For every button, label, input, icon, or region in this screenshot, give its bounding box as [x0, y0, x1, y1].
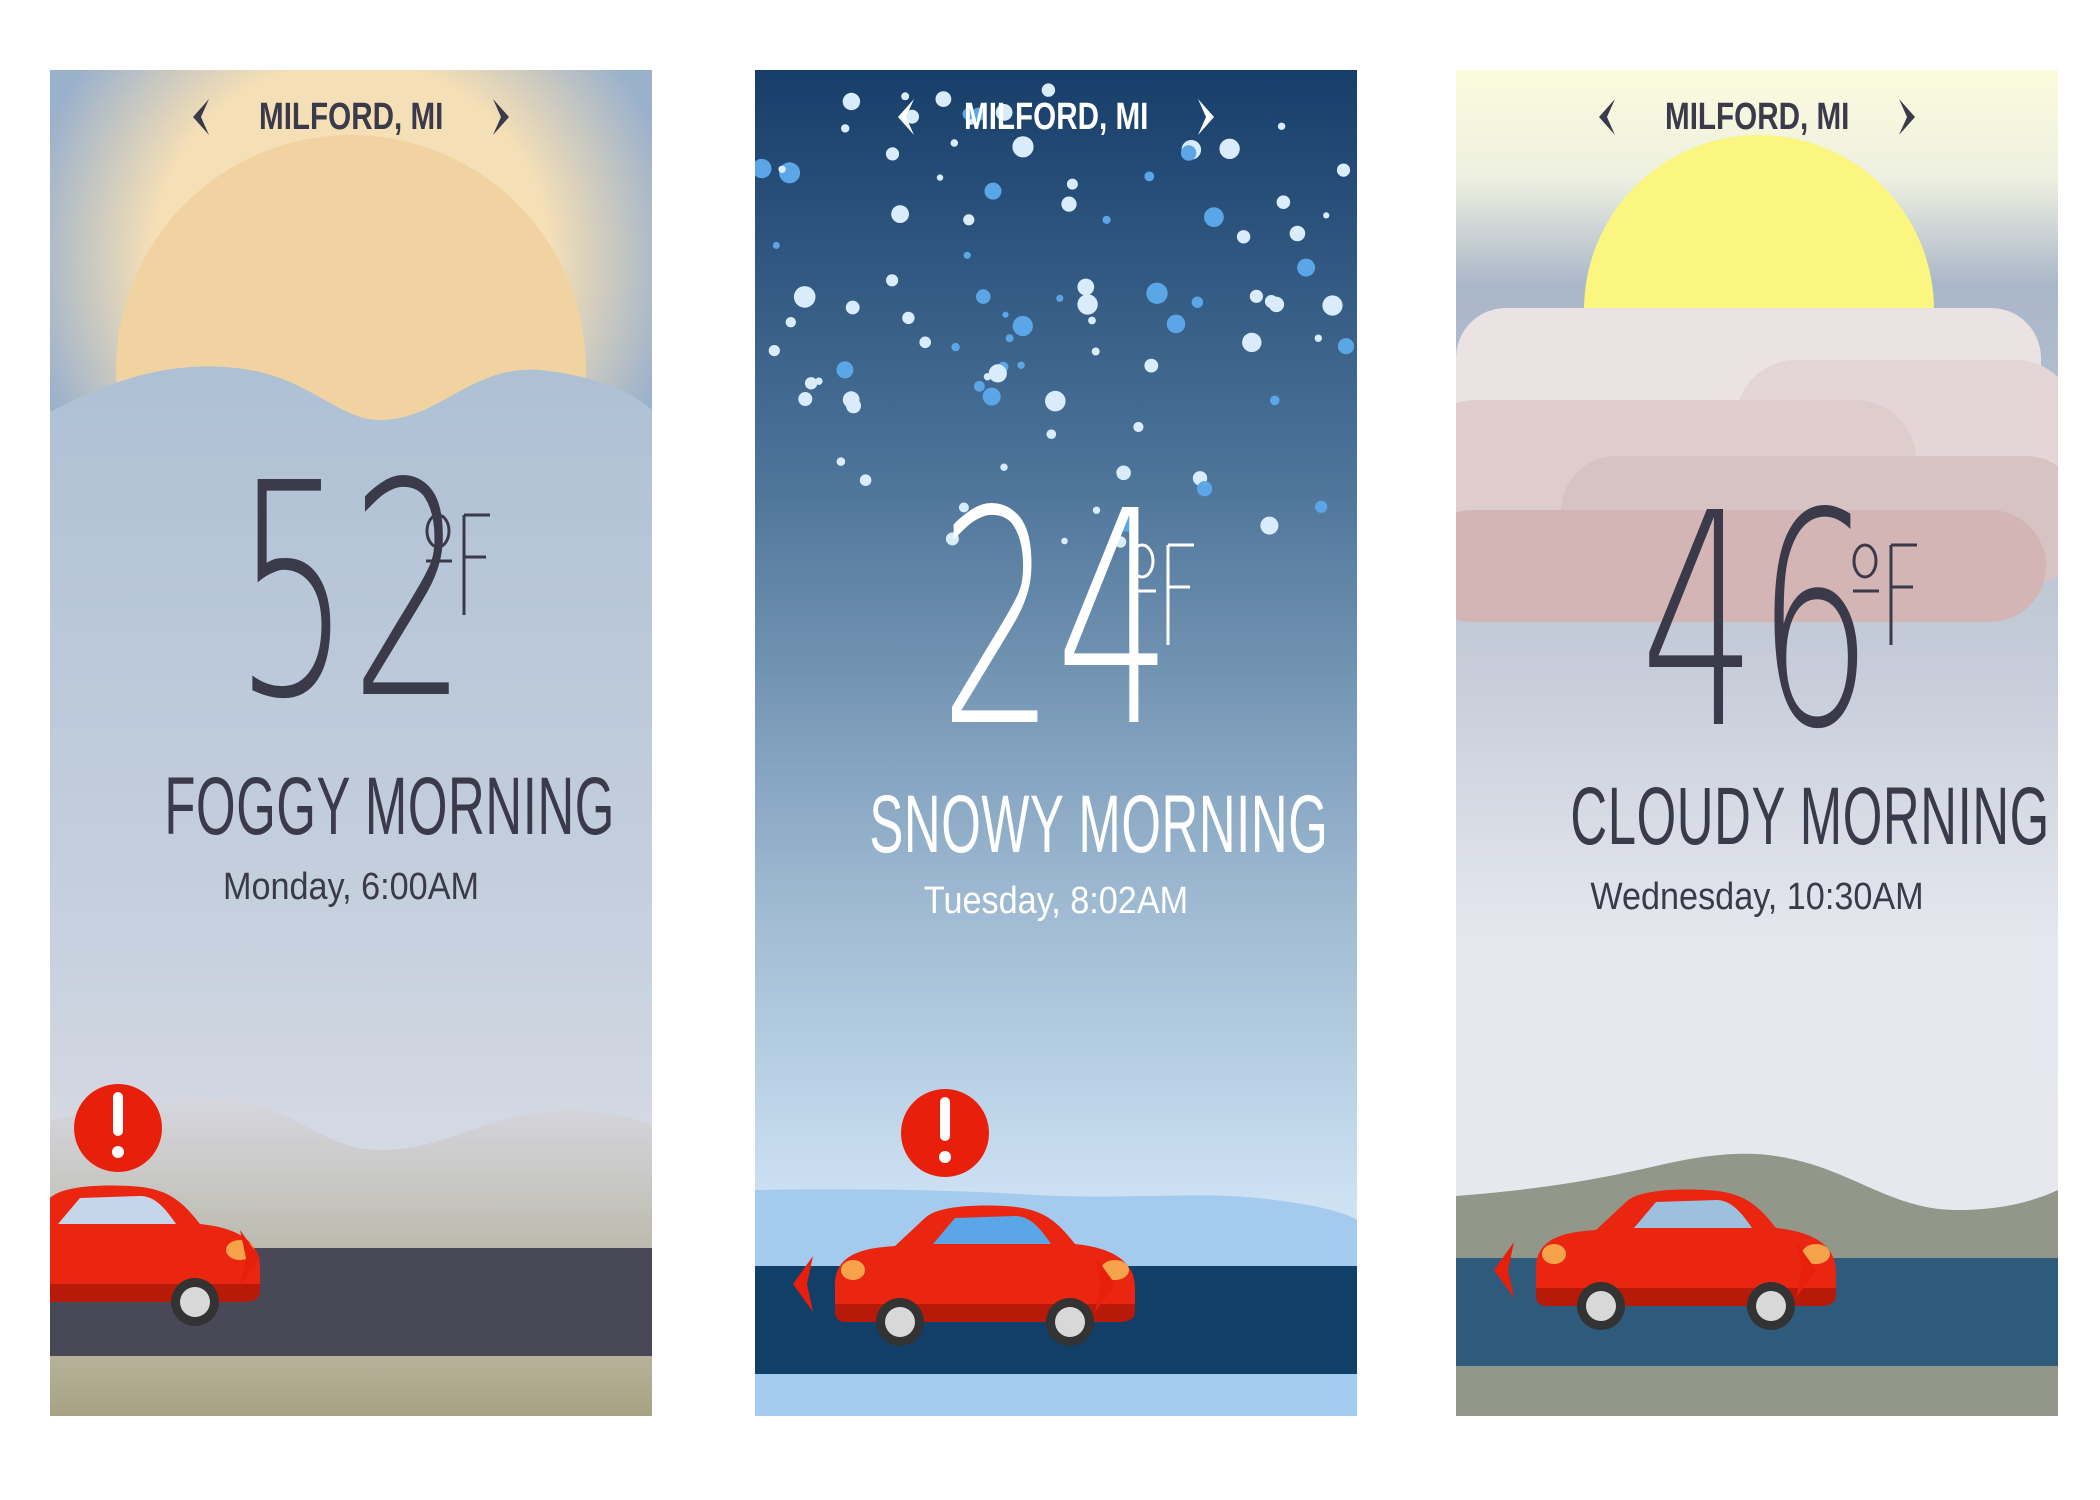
location-selector[interactable]: MILFORD, MI [50, 82, 652, 152]
snowflake [1146, 282, 1168, 304]
chevron-left-icon[interactable] [894, 97, 916, 137]
temperature-block: 46 [1456, 475, 2058, 770]
snowflake [951, 342, 960, 352]
chevron-right-icon[interactable] [1897, 97, 1919, 137]
snowflake [1336, 163, 1351, 177]
snowflake [785, 317, 796, 328]
snowflake [984, 182, 1002, 200]
snowflake [1102, 215, 1111, 224]
temperature-unit [424, 505, 494, 630]
weather-card-cloudy: MILFORD, MI 46 CLOUDY MORNING Wednesday,… [1456, 70, 2058, 1416]
location-label: MILFORD, MI [963, 95, 1149, 138]
snowflake [1204, 207, 1224, 228]
temperature-block: 52 [50, 445, 652, 740]
weather-card-foggy: MILFORD, MI 52 FOGGY MORNING Monday, 6:0… [50, 70, 652, 1416]
condition-label: SNOWY MORNING [869, 779, 1329, 870]
location-label: MILFORD, MI [1664, 95, 1850, 138]
chevron-right-icon[interactable] [1196, 97, 1218, 137]
snowflake [936, 174, 944, 181]
snowflake [1144, 171, 1155, 182]
snowflake [1088, 316, 1096, 325]
snowflake [1322, 295, 1343, 316]
weather-card-snowy: MILFORD, MI 24 SNOWY MORNING Tuesday, 8:… [755, 70, 1357, 1416]
snowflake [1249, 289, 1263, 303]
snowflake [836, 361, 854, 379]
snowflake [1045, 390, 1066, 412]
snowflake [1323, 212, 1330, 219]
snowflake [1133, 421, 1144, 433]
snowflake [919, 336, 931, 349]
snowflake [772, 241, 780, 249]
snowflake [1297, 258, 1316, 277]
condition-label: CLOUDY MORNING [1570, 771, 2050, 862]
alert-icon[interactable] [74, 1084, 162, 1172]
snowflake [798, 392, 813, 406]
snowflake [1077, 278, 1095, 296]
snowflake [804, 377, 818, 390]
snowflake [963, 214, 975, 226]
snowflake [845, 300, 860, 315]
snowflake [793, 286, 816, 308]
snowflake [836, 457, 846, 466]
alert-icon[interactable] [901, 1089, 989, 1177]
snowflake [982, 387, 1001, 406]
datetime-label: Monday, 6:00AM [222, 866, 479, 908]
datetime-label: Wednesday, 10:30AM [1590, 876, 1924, 918]
temperature-block: 24 [755, 473, 1357, 768]
snowflake [778, 165, 786, 173]
snowflake [1337, 338, 1355, 355]
snowflake [768, 345, 780, 357]
snowflake [1242, 332, 1262, 353]
snowflake [902, 311, 915, 325]
temperature-unit [1128, 535, 1198, 660]
temperature-value: 46 [1640, 450, 1874, 794]
location-selector[interactable]: MILFORD, MI [1456, 82, 2058, 152]
snowflake [1144, 358, 1159, 373]
snowflake [963, 251, 971, 259]
snowflake [1264, 295, 1278, 308]
location-label: MILFORD, MI [258, 95, 444, 138]
snowflake [1236, 230, 1251, 244]
snowflake [1091, 347, 1100, 356]
snowflake [1056, 294, 1064, 302]
snowflake [1066, 178, 1078, 190]
snowflake [1276, 195, 1291, 209]
snowflake [891, 205, 909, 224]
snowflake [886, 274, 899, 287]
snowflake [842, 391, 860, 409]
temperature-unit [1851, 535, 1921, 660]
snowflake [1002, 311, 1009, 318]
snowflake [1166, 314, 1186, 334]
condition-label: FOGGY MORNING [164, 761, 615, 852]
snowflake [1077, 294, 1098, 315]
location-selector[interactable]: MILFORD, MI [755, 82, 1357, 152]
snowflake [1191, 296, 1204, 308]
chevron-left-icon[interactable] [189, 97, 211, 137]
chevron-right-icon[interactable] [491, 97, 513, 137]
snowflake [815, 377, 823, 385]
chevron-left-icon[interactable] [1595, 97, 1617, 137]
snowflake [1270, 395, 1280, 406]
snowflake [1046, 429, 1057, 440]
snowflake [1289, 225, 1306, 242]
snowflake [1314, 334, 1322, 342]
snowflake [988, 364, 1007, 383]
snowflake [983, 373, 992, 381]
snowflake [1017, 361, 1025, 369]
snowflake [1061, 196, 1077, 212]
datetime-label: Tuesday, 8:02AM [923, 880, 1189, 922]
snowflake [976, 289, 991, 304]
snowflake [1012, 315, 1033, 337]
snowflake [1005, 334, 1014, 343]
snowflake [974, 380, 985, 392]
